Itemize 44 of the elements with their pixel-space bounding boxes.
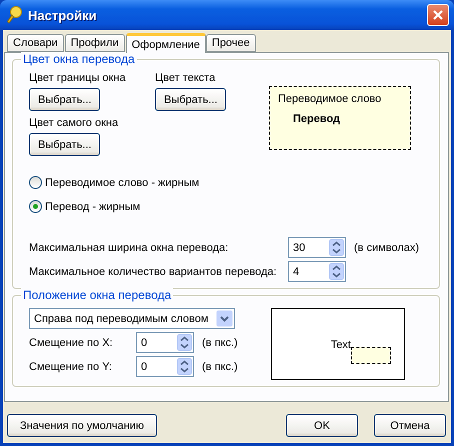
radio-button[interactable] bbox=[29, 200, 42, 213]
number-field[interactable]: 30 bbox=[288, 237, 346, 258]
field-label: Смещение по Y: bbox=[29, 360, 113, 372]
number-field[interactable]: 4 bbox=[288, 261, 346, 282]
unit-label: (в пкс.) bbox=[202, 360, 239, 372]
lightbulb-icon bbox=[6, 6, 22, 24]
choose-button[interactable]: Выбрать... bbox=[29, 133, 100, 156]
field-label: Цвет самого окна bbox=[29, 117, 118, 129]
radio-label: Переводимое слово - жирным bbox=[45, 176, 200, 188]
close-icon bbox=[432, 9, 444, 21]
field-label: Максимальная ширина окна перевода: bbox=[29, 242, 230, 254]
cancel-button[interactable]: Отмена bbox=[374, 414, 446, 437]
group-title: Цвет окна перевода bbox=[21, 52, 137, 66]
spin-arrows-icon[interactable] bbox=[177, 334, 192, 351]
choose-button[interactable]: Выбрать... bbox=[29, 88, 100, 111]
choose-button[interactable]: Выбрать... bbox=[155, 88, 226, 111]
unit-label: (в символах) bbox=[354, 242, 420, 254]
field-label: Цвет текста bbox=[155, 72, 216, 84]
close-button[interactable] bbox=[427, 4, 449, 26]
group-title: Положение окна перевода bbox=[21, 288, 174, 302]
preview-word: Переводимое слово bbox=[278, 93, 382, 105]
window-title: Настройки bbox=[28, 8, 98, 22]
unit-label: (в пкс.) bbox=[202, 336, 239, 348]
spin-arrows-icon[interactable] bbox=[177, 358, 192, 375]
radio-label: Перевод - жирным bbox=[45, 200, 140, 212]
spin-arrows-icon[interactable] bbox=[329, 239, 344, 256]
tab[interactable]: Оформление bbox=[126, 33, 206, 53]
tab[interactable]: Словари bbox=[7, 34, 64, 52]
chevron-down-icon bbox=[216, 310, 233, 327]
field-label: Смещение по X: bbox=[29, 336, 114, 348]
tab[interactable]: Профили bbox=[64, 34, 125, 52]
defaults-button[interactable]: Значения по умолчанию bbox=[7, 414, 157, 437]
number-field[interactable]: 0 bbox=[136, 332, 194, 353]
placement-dropdown[interactable]: Справа под переводимым словом bbox=[29, 308, 235, 329]
radio-button[interactable] bbox=[29, 176, 42, 189]
field-label: Цвет границы окна bbox=[29, 72, 126, 84]
preview-translation: Перевод bbox=[292, 113, 342, 125]
preview-text: Text bbox=[330, 339, 351, 351]
tab[interactable]: Прочее bbox=[206, 34, 256, 52]
ok-button[interactable]: OK bbox=[286, 414, 358, 437]
number-field[interactable]: 0 bbox=[136, 356, 194, 377]
field-label: Максимальное количество вариантов перевода: bbox=[29, 266, 278, 278]
preview-window bbox=[351, 347, 391, 364]
spin-arrows-icon[interactable] bbox=[329, 263, 344, 280]
